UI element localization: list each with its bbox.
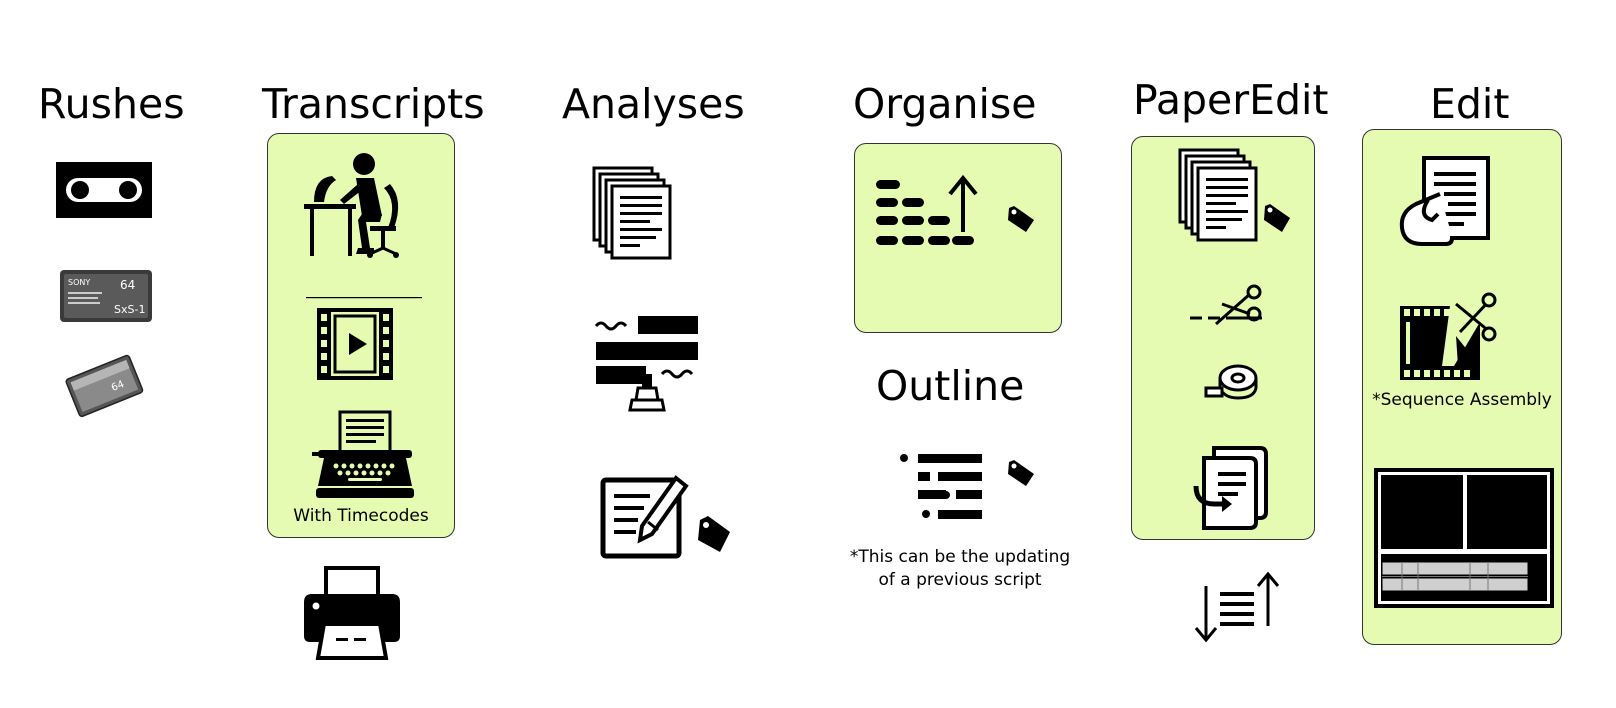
- scissors-cut-icon: [1188, 284, 1264, 330]
- script-stack-tag-icon: [1178, 148, 1294, 248]
- hand-holding-script-icon: [1398, 156, 1492, 252]
- typewriter-icon: [312, 410, 418, 504]
- compactflash-card-icon: 64: [64, 352, 144, 422]
- highlighted-text-icon: [594, 314, 700, 418]
- rushes-title: Rushes: [38, 80, 185, 128]
- sxs-card-icon: SONY 64 SxS-1: [60, 268, 152, 328]
- sort-lines-icon: [1192, 571, 1284, 646]
- organise-title: Organise: [853, 80, 1037, 128]
- sony-brand-text: SONY: [68, 278, 90, 287]
- vhs-tape-icon: [56, 162, 152, 222]
- bulleted-list-icon: [898, 452, 984, 532]
- paperedit-title: PaperEdit: [1133, 76, 1329, 124]
- film-cut-icon: [1398, 292, 1498, 386]
- outline-note-line2: of a previous script: [878, 570, 1042, 590]
- document-import-icon: [1193, 446, 1268, 534]
- outline-title: Outline: [876, 362, 1025, 410]
- analyses-title: Analyses: [562, 80, 745, 128]
- sort-blocks-icon: [876, 174, 984, 252]
- transcripts-caption: With Timecodes: [293, 506, 429, 526]
- outline-tag-icon: [1006, 458, 1036, 492]
- edit-title: Edit: [1430, 80, 1510, 128]
- outline-note-line1: *This can be the updating: [849, 547, 1071, 567]
- person-at-desk-icon: [304, 150, 410, 262]
- divider-line: [306, 284, 422, 303]
- edit-caption: *Sequence Assembly: [1372, 390, 1552, 410]
- transcripts-title: Transcripts: [262, 80, 485, 128]
- sony-model-text: SxS-1: [114, 303, 145, 316]
- document-stack-icon: [592, 166, 674, 266]
- printer-icon: [304, 566, 400, 664]
- video-film-icon: [317, 308, 393, 384]
- organise-tag-icon: [1006, 204, 1036, 238]
- sony-capacity-text: 64: [120, 278, 135, 292]
- tape-roll-icon: [1204, 362, 1258, 406]
- editing-timeline-icon: [1374, 468, 1554, 612]
- edit-notes-tag-icon: [600, 472, 736, 566]
- outline-note: *This can be the updating of a previous …: [840, 546, 1080, 592]
